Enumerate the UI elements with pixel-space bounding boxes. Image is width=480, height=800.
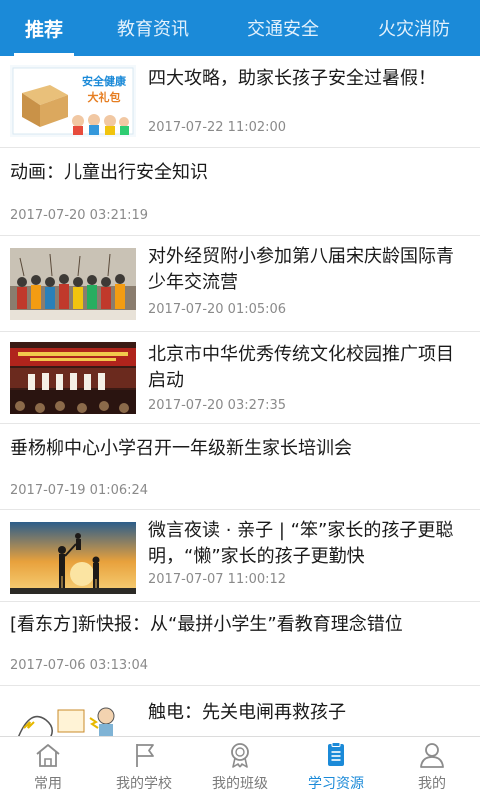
stage-ceremony-photo xyxy=(10,342,136,414)
nav-label: 常用 xyxy=(34,776,62,792)
article-title: 垂杨柳中心小学召开一年级新生家长培训会 xyxy=(10,438,352,459)
tab-label: 交通安全 xyxy=(247,19,319,40)
article-thumbnail xyxy=(10,248,136,320)
article-title: 北京市中华优秀传统文化校园推广项目启动 xyxy=(148,344,454,391)
article-date: 2017-07-20 03:21:19 xyxy=(10,208,149,223)
nav-common[interactable]: 常用 xyxy=(0,737,96,800)
nav-learning-resources[interactable]: 学习资源 xyxy=(288,737,384,800)
article-date: 2017-07-19 01:06:24 xyxy=(10,483,149,498)
tab-label: 教育资讯 xyxy=(117,19,189,40)
article-title: 动画：儿童出行安全知识 xyxy=(10,162,208,183)
article-thumbnail xyxy=(10,698,136,736)
safety-gift-pack-image: 安全健康 大礼包 xyxy=(10,65,136,137)
article-item[interactable]: 动画：儿童出行安全知识 2017-07-20 03:21:19 xyxy=(0,148,480,236)
article-feed[interactable]: 安全健康 大礼包 四大攻略，助家长孩子安全过暑假！ 2017-07-22 11:… xyxy=(0,56,480,736)
tab-label: 火灾消防 xyxy=(378,19,450,40)
article-item[interactable]: [看东方]新快报：从“最拼小学生”看教育理念错位 2017-07-06 03:1… xyxy=(0,602,480,686)
electric-shock-cartoon xyxy=(10,698,136,736)
thumb-text: 大礼包 xyxy=(88,90,121,104)
nav-my-class[interactable]: 我的班级 xyxy=(192,737,288,800)
tab-education-news[interactable]: 教育资讯 xyxy=(88,0,218,56)
nav-label: 学习资源 xyxy=(308,776,364,792)
article-date: 2017-07-06 03:13:04 xyxy=(10,658,149,673)
tab-label: 推荐 xyxy=(24,18,63,41)
article-title: [看东方]新快报：从“最拼小学生”看教育理念错位 xyxy=(10,614,403,635)
article-item[interactable]: 北京市中华优秀传统文化校园推广项目启动 2017-07-20 03:27:35 xyxy=(0,332,480,424)
article-date: 2017-07-22 11:02:00 xyxy=(148,120,287,135)
medal-icon xyxy=(231,743,249,768)
article-item[interactable]: 垂杨柳中心小学召开一年级新生家长培训会 2017-07-19 01:06:24 xyxy=(0,424,480,510)
article-thumbnail xyxy=(10,522,136,594)
tab-traffic-safety[interactable]: 交通安全 xyxy=(218,0,348,56)
article-title: 对外经贸附小参加第八届宋庆龄国际青少年交流营 xyxy=(148,246,454,293)
nav-label: 我的 xyxy=(418,776,446,792)
article-item[interactable]: 微言夜读 · 亲子 | “笨”家长的孩子更聪明，“懒”家长的孩子更勤快 2017… xyxy=(0,510,480,602)
article-thumbnail: 安全健康 大礼包 xyxy=(10,65,136,137)
nav-my-school[interactable]: 我的学校 xyxy=(96,737,192,800)
article-title: 触电：先关电闸再救孩子 xyxy=(148,702,346,723)
flag-icon xyxy=(136,744,154,767)
category-tab-bar: 推荐 教育资讯 交通安全 火灾消防 xyxy=(0,0,480,56)
article-date: 2017-07-20 01:05:06 xyxy=(148,302,287,317)
article-item[interactable]: 触电：先关电闸再救孩子 xyxy=(0,686,480,736)
bottom-navigation: 常用 我的学校 我的班级 学习资源 我的 xyxy=(0,736,480,800)
parent-child-sunset-photo xyxy=(10,522,136,594)
article-title: 微言夜读 · 亲子 | “笨”家长的孩子更聪明，“懒”家长的孩子更勤快 xyxy=(148,520,454,567)
article-item[interactable]: 安全健康 大礼包 四大攻略，助家长孩子安全过暑假！ 2017-07-22 11:… xyxy=(0,56,480,148)
article-thumbnail xyxy=(10,342,136,414)
person-icon xyxy=(420,743,444,768)
nav-label: 我的班级 xyxy=(212,776,268,792)
thumb-text: 安全健康 xyxy=(82,74,127,88)
article-title: 四大攻略，助家长孩子安全过暑假！ xyxy=(148,68,436,89)
article-item[interactable]: 对外经贸附小参加第八届宋庆龄国际青少年交流营 2017-07-20 01:05:… xyxy=(0,236,480,332)
tab-fire-safety[interactable]: 火灾消防 xyxy=(348,0,480,56)
nav-me[interactable]: 我的 xyxy=(384,737,480,800)
student-performance-photo xyxy=(10,248,136,320)
document-icon xyxy=(328,742,344,766)
article-date: 2017-07-07 11:00:12 xyxy=(148,572,287,587)
nav-label: 我的学校 xyxy=(116,776,172,792)
home-icon xyxy=(36,744,60,767)
article-date: 2017-07-20 03:27:35 xyxy=(148,398,287,413)
tab-recommended[interactable]: 推荐 xyxy=(0,0,88,56)
